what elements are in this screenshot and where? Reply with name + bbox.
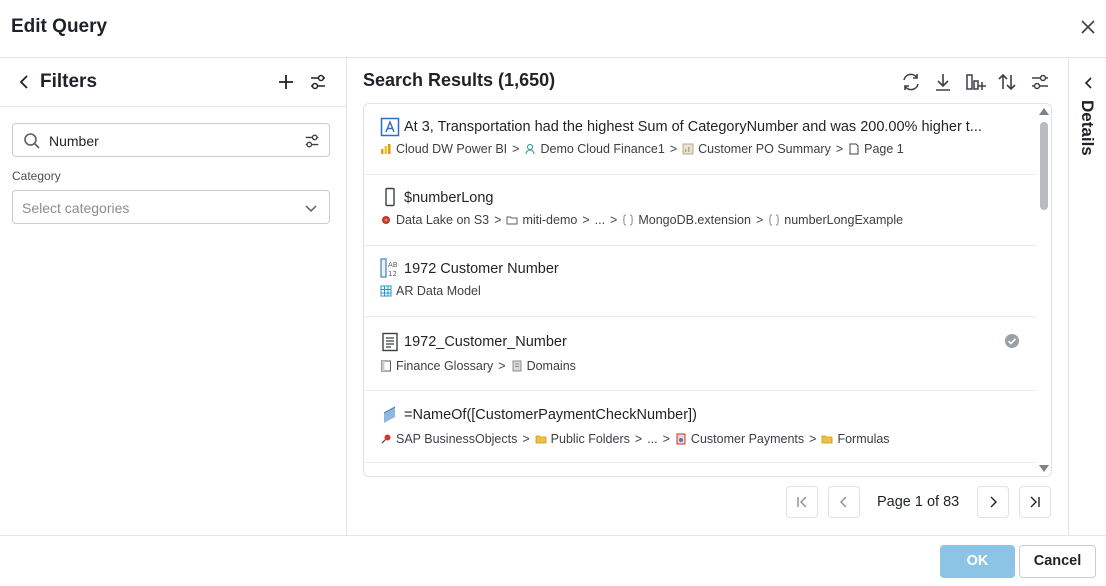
result-path: AR Data Model (380, 284, 481, 298)
page-icon (849, 143, 859, 155)
result-row[interactable]: =NameOf([CustomerPaymentCheckNumber]) SA… (364, 391, 1036, 463)
results-title: Search Results (1,650) (363, 70, 556, 90)
dialog-titlebar: Edit Query (0, 0, 1106, 58)
path-segment: AR Data Model (396, 284, 481, 298)
last-page-icon (1030, 496, 1040, 508)
workspace-icon (525, 143, 536, 155)
result-path: Data Lake on S3 > miti-demo > ... > MongoDB… (380, 213, 903, 227)
filters-header: Filters (0, 58, 346, 107)
next-page-button[interactable] (977, 486, 1009, 518)
formula-icon (383, 406, 396, 423)
field-icon (385, 187, 395, 207)
path-segment: ... (594, 213, 606, 227)
path-segment: numberLongExample (784, 213, 904, 227)
filters-title: Filters (40, 71, 98, 92)
s3-icon (382, 216, 390, 224)
result-row[interactable]: AB 12 1972 Customer Number AR Data Model (364, 246, 1036, 317)
ok-button[interactable]: OK (940, 545, 1015, 578)
path-segment: Page 1 (864, 142, 904, 156)
result-title: 1972_Customer_Number (404, 334, 567, 350)
result-title: 1972 Customer Number (404, 261, 559, 277)
dialog-footer: OK Cancel (0, 535, 1106, 586)
result-title: =NameOf([CustomerPaymentCheckNumber]) (404, 407, 697, 423)
category-select[interactable]: Select categories (12, 190, 330, 224)
path-segment: Customer Payments (690, 432, 805, 446)
search-value: Number (49, 133, 99, 149)
path-segment: Cloud DW Power BI (396, 142, 508, 156)
verified-badge-icon (1005, 334, 1019, 348)
refresh-icon[interactable] (900, 71, 922, 93)
filter-settings-icon[interactable] (308, 72, 328, 92)
path-segment: ... (647, 432, 658, 446)
category-label: Category (12, 169, 61, 183)
path-segment: Domains (526, 359, 576, 373)
download-icon[interactable] (932, 71, 954, 93)
data-model-icon (380, 285, 392, 297)
search-icon (24, 133, 40, 149)
dialog-title: Edit Query (11, 16, 108, 37)
results-panel: Search Results (1,650) At 3, Transportat… (347, 58, 1068, 535)
svg-text:AB: AB (388, 261, 398, 269)
search-input[interactable]: Number (12, 123, 330, 157)
path-segment: miti-demo (522, 213, 578, 227)
category-placeholder: Select categories (22, 200, 130, 216)
universe-icon (676, 433, 686, 445)
braces-icon (769, 214, 780, 226)
view-settings-icon[interactable] (1029, 71, 1051, 93)
search-options-icon[interactable] (303, 132, 321, 150)
page-indicator: Page 1 of 83 (877, 494, 960, 510)
folder-icon (506, 216, 518, 225)
folder-icon (822, 435, 833, 444)
result-row[interactable]: At 3, Transportation had the highest Sum… (364, 104, 1036, 175)
result-path: SAP BusinessObjects > Public Folders > ...… (380, 432, 890, 446)
cancel-button[interactable]: Cancel (1019, 545, 1096, 578)
scroll-down-arrow-icon[interactable] (1039, 465, 1049, 472)
first-page-button[interactable] (786, 486, 818, 518)
last-page-button[interactable] (1019, 486, 1051, 518)
scroll-thumb[interactable] (1040, 122, 1048, 210)
glossary-term-icon (382, 332, 398, 352)
chevron-left-icon (1084, 77, 1092, 89)
details-panel-toggle[interactable]: Details (1068, 58, 1106, 535)
prev-page-button[interactable] (828, 486, 860, 518)
close-icon[interactable] (1077, 16, 1099, 38)
path-segment: Finance Glossary (396, 359, 494, 373)
scroll-up-arrow-icon[interactable] (1039, 108, 1049, 115)
svg-text:12: 12 (388, 270, 397, 278)
sap-icon (381, 434, 391, 444)
path-segment: Data Lake on S3 (396, 213, 490, 227)
result-path: Finance Glossary > Domains (380, 359, 576, 373)
results-scrollbar[interactable] (1036, 104, 1051, 476)
braces-icon (623, 214, 634, 226)
add-column-icon[interactable] (964, 71, 986, 93)
report-icon (682, 143, 694, 155)
result-row[interactable]: 1972_Customer_Number Finance Glossary > D… (364, 317, 1036, 391)
chevron-left-icon (840, 496, 847, 508)
powerbi-icon (381, 144, 391, 154)
folder-icon (535, 435, 547, 444)
filters-panel: Filters Number Category Select categorie… (0, 58, 347, 535)
results-list: At 3, Transportation had the highest Sum… (363, 103, 1052, 477)
domain-icon (512, 360, 522, 372)
result-title: At 3, Transportation had the highest Sum… (404, 119, 982, 135)
path-segment: Public Folders (550, 432, 630, 446)
chevron-down-icon (305, 205, 317, 213)
insight-icon (380, 117, 400, 137)
chevron-right-icon (990, 496, 997, 508)
path-segment: SAP BusinessObjects (396, 432, 518, 446)
attribute-icon: AB 12 (380, 258, 398, 278)
add-filter-icon[interactable] (276, 72, 296, 92)
path-segment: MongoDB.extension (638, 213, 751, 227)
details-label: Details (1078, 100, 1097, 156)
path-segment: Demo Cloud Finance1 (540, 142, 665, 156)
back-chevron-icon[interactable] (15, 72, 33, 92)
path-segment: Formulas (837, 432, 890, 446)
sort-icon[interactable] (996, 71, 1018, 93)
glossary-icon (381, 360, 391, 372)
result-row[interactable]: $numberLong Data Lake on S3 > miti-demo > … (364, 175, 1036, 246)
path-segment: Customer PO Summary (698, 142, 831, 156)
first-page-icon (797, 496, 807, 508)
result-title: $numberLong (404, 190, 494, 206)
result-path: Cloud DW Power BI > Demo Cloud Finance1 > … (380, 142, 904, 156)
